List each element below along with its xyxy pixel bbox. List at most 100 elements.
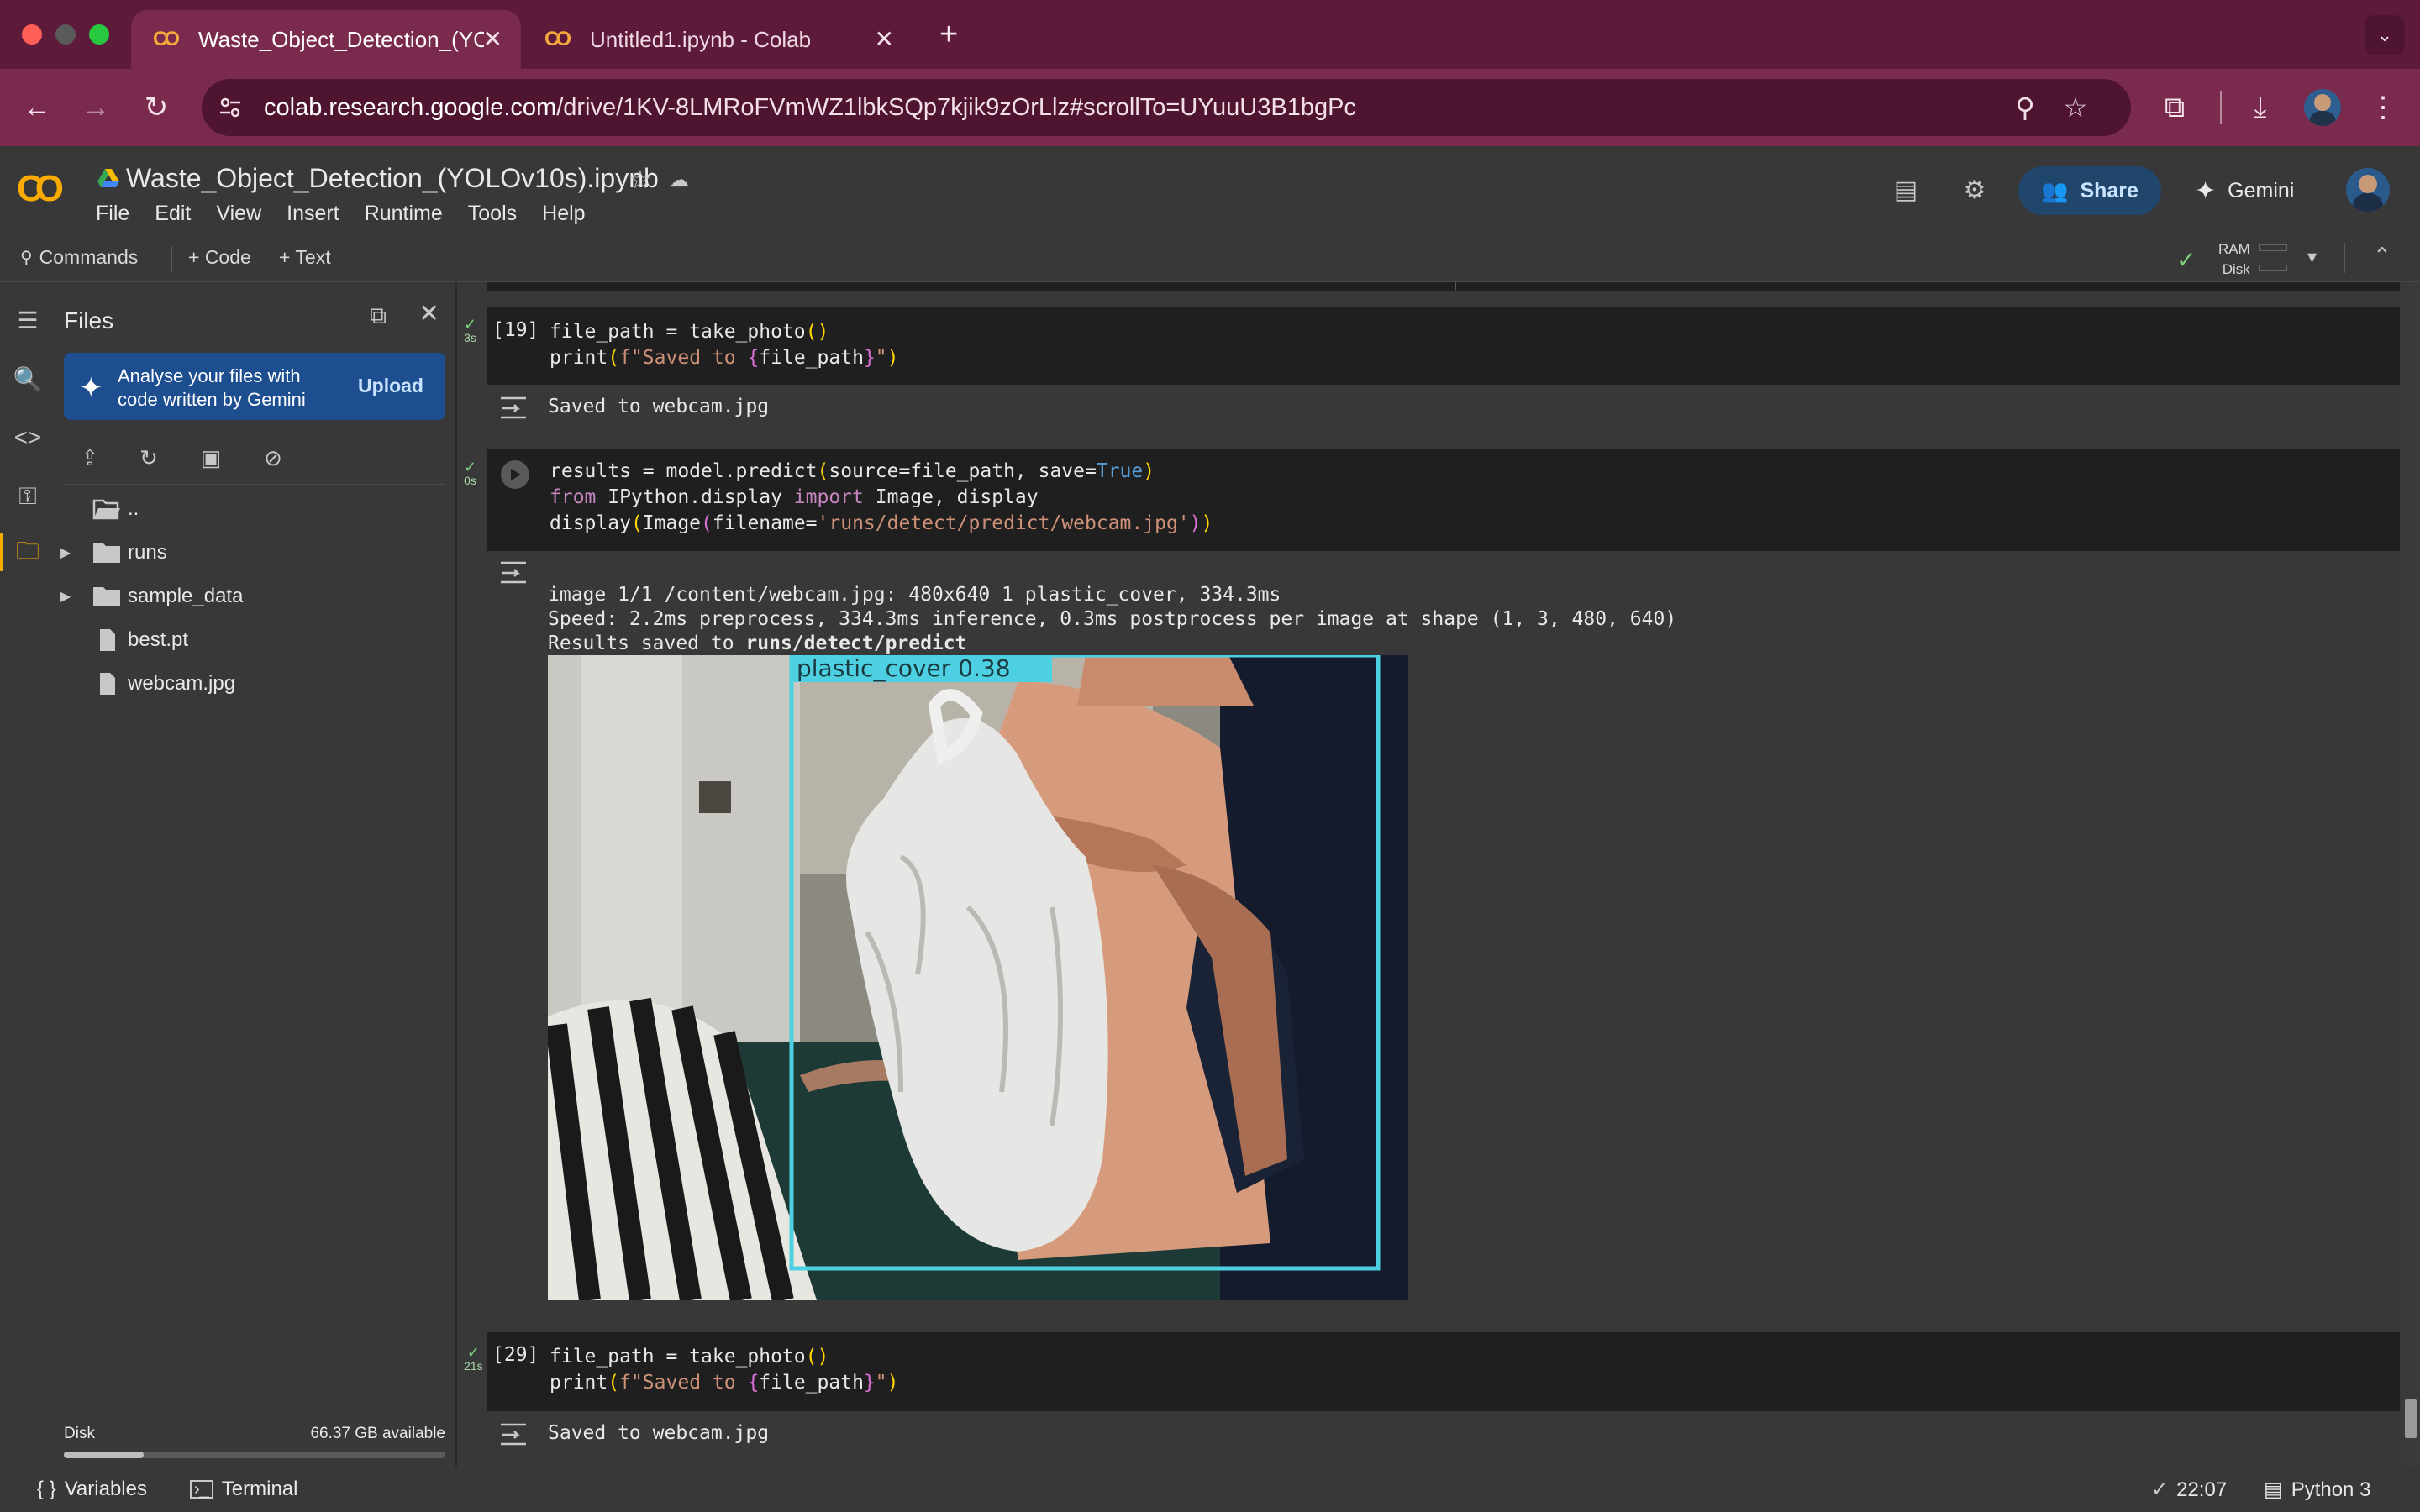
code-cell-2[interactable]: results = model.predict(source=file_path… xyxy=(487,449,2400,551)
divider xyxy=(64,484,445,485)
upload-button[interactable]: Upload xyxy=(358,375,424,397)
gemini-sparkle-icon: ✦ xyxy=(79,372,103,404)
url-host: colab.research.google.com xyxy=(264,94,557,121)
code-cell-1[interactable]: [19] file_path = take_photo() print(f"Sa… xyxy=(487,307,2400,385)
menu-insert[interactable]: Insert xyxy=(287,202,339,226)
menu-bar: File Edit View Insert Runtime Tools Help xyxy=(96,202,611,226)
menu-file[interactable]: File xyxy=(96,202,129,226)
left-rail: ☰ 🔍 <> ⚿ 🗀 xyxy=(0,282,55,1467)
expand-caret-icon[interactable]: ▶ xyxy=(60,544,71,561)
colab-logo[interactable]: CO xyxy=(17,168,64,210)
runtime-label: Python 3 xyxy=(2291,1478,2371,1501)
disk-usage-bar xyxy=(64,1452,445,1458)
zoom-window-button[interactable] xyxy=(89,24,109,45)
cell-1-output: Saved to webcam.jpg xyxy=(548,396,770,417)
run-cell-button[interactable] xyxy=(501,460,529,489)
collapse-header-icon[interactable]: ⌃ xyxy=(2373,243,2391,269)
tree-item-sample-data[interactable]: ▶ sample_data xyxy=(55,575,457,618)
variables-label: Variables xyxy=(64,1478,147,1500)
folder-icon xyxy=(93,587,120,606)
refresh-icon[interactable]: ↻ xyxy=(133,442,165,474)
colab-favicon-icon: CO xyxy=(544,28,571,50)
tab-untitled1[interactable]: CO Untitled1.ipynb - Colab ✕ xyxy=(523,10,913,69)
address-bar[interactable]: colab.research.google.com/drive/1KV-8LMR… xyxy=(202,79,2131,136)
bookmark-star-icon[interactable]: ☆ xyxy=(2059,91,2092,124)
extensions-icon[interactable]: ⧉ xyxy=(2156,89,2193,126)
commands-button[interactable]: ⚲ Commands xyxy=(20,246,138,269)
reload-button[interactable]: ↻ xyxy=(138,89,175,126)
output-actions-icon[interactable] xyxy=(499,559,528,585)
downloads-icon[interactable]: ⤓ xyxy=(2242,89,2279,126)
cloud-saved-icon[interactable]: ☁ xyxy=(664,165,694,195)
toolbar-divider xyxy=(2344,243,2345,273)
tree-item-best-pt[interactable]: best.pt xyxy=(55,618,457,662)
terminal-button[interactable]: ›_ Terminal xyxy=(190,1478,298,1501)
close-window-button[interactable] xyxy=(22,24,42,45)
resource-monitor[interactable]: RAM Disk xyxy=(2218,239,2250,280)
back-button[interactable]: ← xyxy=(18,89,55,126)
hide-files-icon[interactable]: ⊘ xyxy=(257,442,289,474)
share-button[interactable]: 👥 Share xyxy=(2018,166,2161,215)
menu-help[interactable]: Help xyxy=(542,202,585,226)
secrets-key-icon[interactable]: ⚿ xyxy=(12,480,44,512)
tree-item-runs[interactable]: ▶ runs xyxy=(55,531,457,575)
notebook-title[interactable]: Waste_Object_Detection_(YOLOv10s).ipynb xyxy=(126,163,659,194)
mount-drive-icon[interactable]: ▣ xyxy=(195,442,227,474)
disk-label: Disk xyxy=(2222,261,2250,277)
tab-search-button[interactable]: ⌄ xyxy=(2365,15,2405,55)
output-actions-icon[interactable] xyxy=(499,1421,528,1446)
zoom-icon[interactable]: ⚲ xyxy=(2008,91,2042,124)
account-avatar[interactable] xyxy=(2346,168,2390,212)
tree-item-webcam-jpg[interactable]: webcam.jpg xyxy=(55,662,457,706)
menu-runtime[interactable]: Runtime xyxy=(365,202,443,226)
play-icon xyxy=(511,469,521,480)
tree-item-parent[interactable]: .. xyxy=(55,487,457,531)
menu-tools[interactable]: Tools xyxy=(468,202,517,226)
menu-edit[interactable]: Edit xyxy=(155,202,191,226)
cell-2-code[interactable]: results = model.predict(source=file_path… xyxy=(550,459,1213,537)
close-tab-icon[interactable]: ✕ xyxy=(875,28,894,51)
new-tab-button[interactable]: + xyxy=(939,17,958,53)
runtime-dropdown-icon[interactable]: ▾ xyxy=(2307,246,2317,268)
cell-2-time: 0s xyxy=(464,474,476,487)
expand-caret-icon[interactable]: ▶ xyxy=(60,588,71,605)
toolbar-divider xyxy=(2220,91,2222,124)
disk-available-text: 66.37 GB available xyxy=(310,1425,445,1442)
settings-gear-icon[interactable]: ⚙ xyxy=(1960,175,1990,205)
upload-file-icon[interactable]: ⇪ xyxy=(74,442,106,474)
menu-view[interactable]: View xyxy=(216,202,261,226)
minimize-window-button[interactable] xyxy=(55,24,76,45)
tab-waste-object-detection[interactable]: CO Waste_Object_Detection_(YC ✕ xyxy=(131,10,521,69)
url-text[interactable]: colab.research.google.com/drive/1KV-8LMR… xyxy=(264,94,1356,122)
execution-time-indicator[interactable]: ✓ 22:07 xyxy=(2151,1478,2227,1502)
site-settings-icon[interactable] xyxy=(217,94,244,121)
gemini-button[interactable]: ✦ Gemini xyxy=(2195,166,2294,215)
output-line-1: image 1/1 /content/webcam.jpg: 480x640 1… xyxy=(548,584,1281,606)
add-code-button[interactable]: + Code xyxy=(188,246,251,269)
browser-menu-icon[interactable]: ⋮ xyxy=(2365,89,2402,126)
terminal-label: Terminal xyxy=(221,1478,298,1500)
close-panel-icon[interactable]: ✕ xyxy=(418,299,439,328)
add-code-label: + Code xyxy=(188,246,251,268)
output-line-3-path: runs/detect/predict xyxy=(745,633,967,654)
close-tab-icon[interactable]: ✕ xyxy=(483,28,502,51)
profile-avatar[interactable] xyxy=(2304,89,2341,126)
files-folder-icon[interactable]: 🗀 xyxy=(12,538,44,570)
scrollbar-thumb[interactable] xyxy=(2405,1399,2417,1438)
table-of-contents-icon[interactable]: ☰ xyxy=(12,304,44,336)
notebook-scrollbar[interactable] xyxy=(2402,282,2420,1467)
output-actions-icon[interactable] xyxy=(499,395,528,420)
cell-3-code[interactable]: file_path = take_photo() print(f"Saved t… xyxy=(550,1344,899,1396)
open-in-tab-icon[interactable]: ⧉ xyxy=(370,302,387,330)
cell-1-code[interactable]: file_path = take_photo() print(f"Saved t… xyxy=(550,319,899,371)
cell-2-status: ✓ 0s xyxy=(464,459,477,487)
code-snippets-icon[interactable]: <> xyxy=(12,422,44,454)
code-cell-3[interactable]: [29] file_path = take_photo() print(f"Sa… xyxy=(487,1332,2400,1411)
runtime-indicator[interactable]: ▤ Python 3 xyxy=(2264,1478,2370,1502)
comments-icon[interactable]: ▤ xyxy=(1891,175,1921,205)
find-replace-icon[interactable]: 🔍 xyxy=(12,363,44,395)
add-text-button[interactable]: + Text xyxy=(279,246,331,269)
forward-button[interactable]: → xyxy=(77,89,114,126)
star-notebook-icon[interactable]: ☆ xyxy=(625,165,655,195)
variables-button[interactable]: { } Variables xyxy=(37,1478,147,1501)
